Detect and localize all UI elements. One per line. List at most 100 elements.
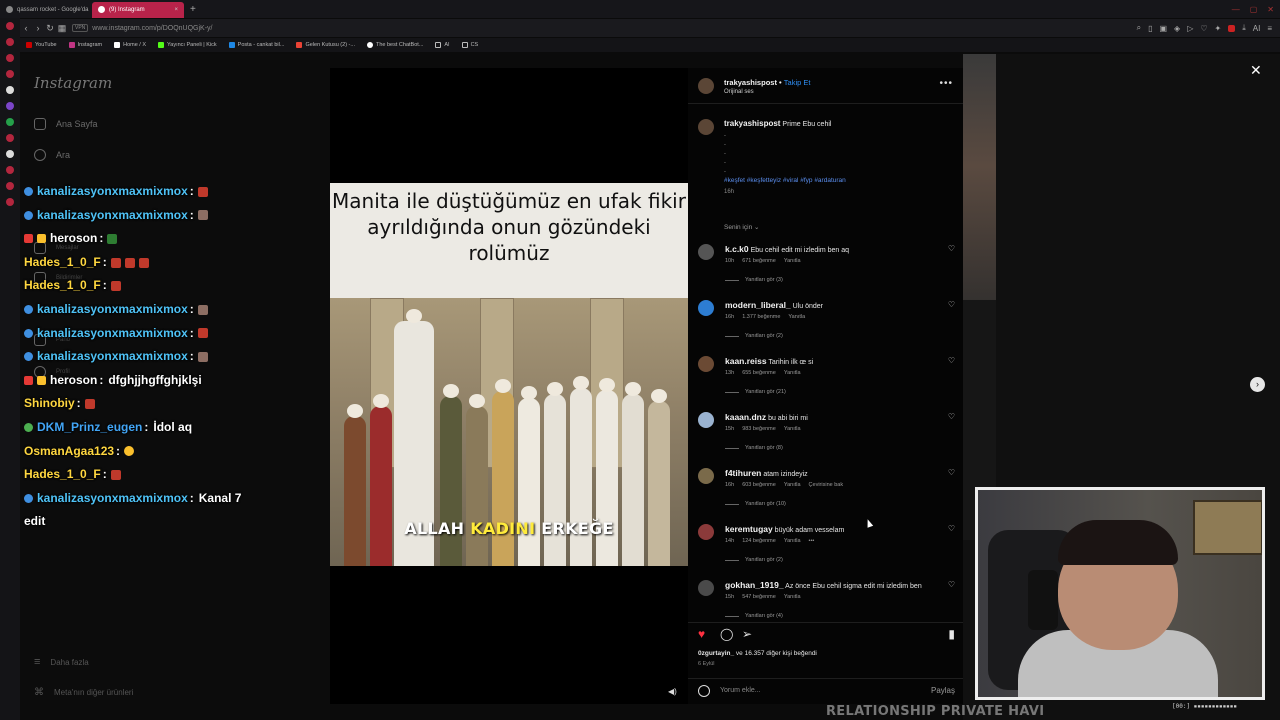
bookmark-icon[interactable]: ▯ [1148,24,1152,33]
bookmark-instagram[interactable]: Instagram [68,42,102,48]
ai-button[interactable]: AI [1253,24,1261,33]
see-translation-button[interactable]: Çevirisine bak [809,482,844,488]
reply-button[interactable]: Yanıtla [784,594,801,600]
avatar[interactable] [698,244,714,260]
like-comment-icon[interactable]: ♡ [948,244,955,253]
close-tab-icon[interactable]: × [174,7,178,13]
sidebar-app-icon[interactable] [6,86,14,94]
avatar[interactable] [698,356,714,372]
bookmark-folder-cs[interactable]: CS [461,42,478,48]
post-comment-button[interactable]: Paylaş [931,686,955,695]
nav-search[interactable]: Ara [34,149,70,161]
bookmark-youtube[interactable]: YouTube [26,42,57,48]
tab-google-search[interactable]: qassam rocket - Google'da × [0,2,92,18]
heart-icon[interactable]: ♡ [1200,24,1207,33]
reply-button[interactable]: Yanıtla [784,426,801,432]
reply-button[interactable]: Yanıtla [784,538,801,544]
view-replies[interactable]: Yanıtları gör (2) [725,333,783,339]
nav-more[interactable]: ≡ Daha fazla [34,656,89,668]
view-replies[interactable]: Yanıtları gör (2) [725,557,783,563]
back-icon[interactable]: ‹ [20,23,32,33]
like-comment-icon[interactable]: ♡ [948,412,955,421]
menu-icon[interactable]: ≡ [1267,24,1272,33]
follow-button[interactable]: Takip Et [784,78,811,87]
more-options-icon[interactable]: ••• [939,78,953,89]
hashtags[interactable]: #keşfet #keşfetteyiz #viral #fyp #ardatu… [724,177,954,184]
new-tab-icon[interactable]: + [184,4,202,15]
nav-home[interactable]: Ana Sayfa [34,118,98,130]
bookmark-kick[interactable]: Yayıncı Paneli | Kick [158,42,217,48]
reply-button[interactable]: Yanıtla [784,258,801,264]
avatar[interactable] [698,119,714,135]
audio-label[interactable]: Orijinal ses [724,89,754,95]
comment-input[interactable]: Yorum ekle... [720,687,761,694]
shield-icon[interactable]: ◈ [1174,24,1180,33]
vpn-badge[interactable]: VPN [72,24,89,32]
avatar[interactable] [698,300,714,316]
sidebar-app-icon[interactable] [6,38,14,46]
sidebar-app-icon[interactable] [6,102,14,110]
zoom-icon[interactable]: ⌕ [1137,23,1141,33]
like-comment-icon[interactable]: ♡ [948,524,955,533]
close-icon[interactable]: ✕ [1250,62,1262,79]
sidebar-app-icon[interactable] [6,70,14,78]
avatar[interactable] [698,468,714,484]
reply-button[interactable]: Yanıtla [784,482,801,488]
reply-button[interactable]: Yanıtla [788,314,805,320]
avatar[interactable] [698,580,714,596]
like-comment-icon[interactable]: ♡ [948,580,955,589]
comment-icon[interactable]: ◯ [720,627,733,641]
close-window-icon[interactable]: ✕ [1267,5,1274,14]
sidebar-app-icon[interactable] [6,134,14,142]
sidebar-app-icon[interactable] [6,166,14,174]
next-post-chevron-icon[interactable]: › [1250,377,1265,392]
sidebar-app-icon[interactable] [6,22,14,30]
x-icon[interactable] [6,150,14,158]
more-options-icon[interactable]: ••• [809,538,815,544]
bookmark-x[interactable]: Home / X [114,42,146,48]
reply-button[interactable]: Yanıtla [784,370,801,376]
instagram-logo[interactable]: Instagram [34,74,112,92]
maximize-icon[interactable]: ▢ [1250,5,1258,14]
avatar[interactable] [698,78,714,94]
save-bookmark-icon[interactable]: ▮ [948,627,955,641]
tabs-grid-icon[interactable]: ▦ [56,23,68,34]
likes-summary[interactable]: 0zgurtayin_ ve 16.357 diğer kişi beğendi [698,650,817,657]
screenshot-icon[interactable]: ▣ [1159,24,1167,33]
avatar[interactable] [698,412,714,428]
like-comment-icon[interactable]: ♡ [948,468,955,477]
view-replies[interactable]: Yanıtları gör (10) [725,501,786,507]
sidebar-app-icon[interactable] [6,198,14,206]
comment-sort-dropdown[interactable]: Senin için ⌄ [724,223,759,231]
like-heart-icon[interactable]: ♥ [698,627,705,641]
view-replies[interactable]: Yanıtları gör (8) [725,445,783,451]
minimize-icon[interactable]: — [1232,5,1240,14]
chat-badge-icon [24,376,33,386]
extension-icon[interactable]: ✦ [1215,24,1222,33]
view-replies[interactable]: Yanıtları gör (21) [725,389,786,395]
reel-video[interactable]: Manita ile düştüğümüz en ufak fikir ayrı… [330,68,688,704]
share-icon[interactable]: ➢ [742,627,752,641]
view-replies[interactable]: Yanıtları gör (3) [725,277,783,283]
play-icon[interactable]: ▷ [1187,24,1193,33]
nav-meta-products[interactable]: ⌘ Meta'nın diğer ürünleri [34,687,133,698]
bookmark-mail[interactable]: Posta - cankat bil... [228,42,284,48]
forward-icon[interactable]: › [32,23,44,33]
bookmark-chatbot[interactable]: The best ChatBot... [366,42,423,48]
like-comment-icon[interactable]: ♡ [948,356,955,365]
emoji-icon[interactable] [698,685,710,697]
url-field[interactable]: www.instagram.com/p/DOQnUQGjK-y/ [92,25,212,32]
sidebar-app-icon[interactable] [6,182,14,190]
reload-icon[interactable]: ↻ [44,23,56,34]
sidebar-app-icon[interactable] [6,54,14,62]
notification-badge-icon[interactable] [1228,24,1236,32]
tab-instagram[interactable]: (9) Instagram × [92,1,184,18]
bookmark-gmail[interactable]: Gelen Kutusu (2) -... [296,42,355,48]
view-replies[interactable]: Yanıtları gör (4) [725,613,783,619]
whatsapp-icon[interactable] [6,118,14,126]
avatar[interactable] [698,524,714,540]
mute-icon[interactable]: ◀) [668,687,678,696]
bookmark-folder-ai[interactable]: AI [435,42,450,48]
download-icon[interactable]: ⤓ [1242,23,1246,33]
like-comment-icon[interactable]: ♡ [948,300,955,309]
